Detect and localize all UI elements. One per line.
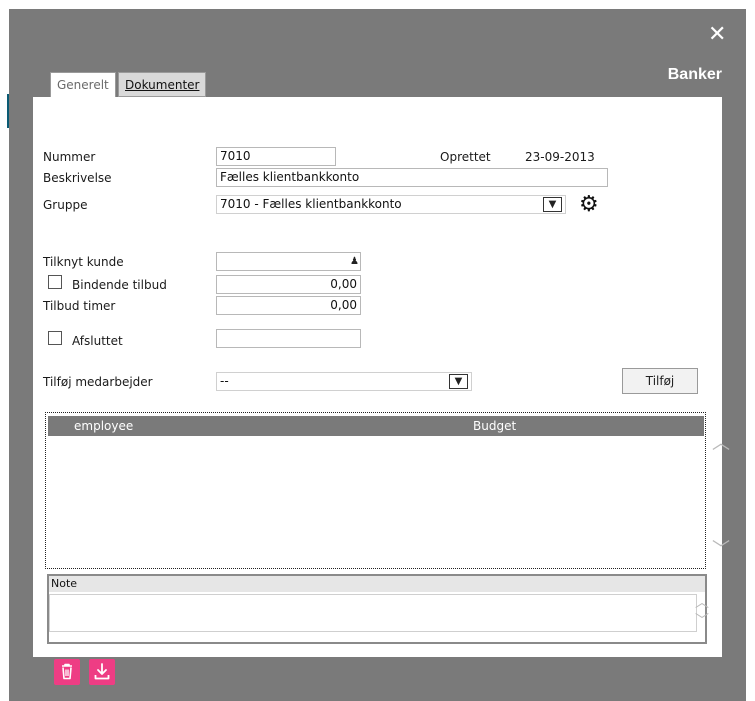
user-icon[interactable]: ♟ <box>350 256 359 267</box>
dialog-title: Banker <box>667 66 722 83</box>
scroll-down-icon[interactable]: ﹀ <box>712 541 730 559</box>
bindende-tilbud-input[interactable]: 0,00 <box>216 275 361 294</box>
gruppe-select[interactable]: 7010 - Fælles klientbankkonto <box>216 195 566 214</box>
oprettet-label: Oprettet <box>440 150 491 164</box>
bindende-tilbud-label: Bindende tilbud <box>72 278 167 292</box>
bindende-tilbud-checkbox[interactable] <box>48 275 62 289</box>
trash-icon <box>62 663 72 680</box>
tilbud-timer-input[interactable]: 0,00 <box>216 296 361 315</box>
tilfoej-medarbejder-label: Tilføj medarbejder <box>43 375 153 389</box>
tab-generelt[interactable]: Generelt <box>50 72 116 98</box>
scroll-up-icon[interactable]: ︿ <box>695 596 709 610</box>
chevron-down-icon[interactable]: ▼ <box>449 374 468 389</box>
tilknyt-kunde-label: Tilknyt kunde <box>43 255 124 269</box>
oprettet-value: 23-09-2013 <box>525 150 595 164</box>
tilfoej-button[interactable]: Tilføj <box>622 368 698 394</box>
employee-grid: employee Budget ︿ ﹀ <box>45 412 730 569</box>
gear-icon[interactable]: ⚙ <box>579 194 599 216</box>
download-icon <box>94 663 110 680</box>
nummer-label: Nummer <box>43 150 96 164</box>
nummer-input[interactable]: 7010 <box>216 147 336 166</box>
close-icon[interactable]: ✕ <box>708 24 726 46</box>
note-label: Note <box>49 576 705 592</box>
general-panel: Nummer 7010 Oprettet 23-09-2013 Beskrive… <box>33 97 730 657</box>
scroll-up-icon[interactable]: ︿ <box>712 435 730 453</box>
tilknyt-kunde-input[interactable] <box>216 252 361 271</box>
grid-header: employee Budget <box>48 416 704 436</box>
note-box: Note ︿ ﹀ <box>47 574 709 644</box>
delete-button[interactable] <box>54 659 80 685</box>
left-edge <box>0 0 9 701</box>
tab-dokumenter[interactable]: Dokumenter <box>118 72 206 97</box>
medarbejder-select[interactable]: -- <box>216 372 472 391</box>
beskrivelse-input[interactable]: Fælles klientbankkonto <box>216 168 608 187</box>
column-budget[interactable]: Budget <box>473 419 516 433</box>
afsluttet-label: Afsluttet <box>72 334 123 348</box>
tilbud-timer-label: Tilbud timer <box>43 299 116 313</box>
beskrivelse-label: Beskrivelse <box>43 171 112 185</box>
column-employee[interactable]: employee <box>74 419 133 433</box>
download-button[interactable] <box>89 659 115 685</box>
afsluttet-checkbox[interactable] <box>48 331 62 345</box>
gruppe-label: Gruppe <box>43 198 88 212</box>
chevron-down-icon[interactable]: ▼ <box>543 197 562 212</box>
scroll-down-icon[interactable]: ﹀ <box>695 614 709 628</box>
afsluttet-input[interactable] <box>216 329 361 348</box>
bank-dialog: ✕ Banker Generelt Dokumenter Nummer 7010… <box>9 9 746 701</box>
note-textarea[interactable] <box>49 594 697 632</box>
